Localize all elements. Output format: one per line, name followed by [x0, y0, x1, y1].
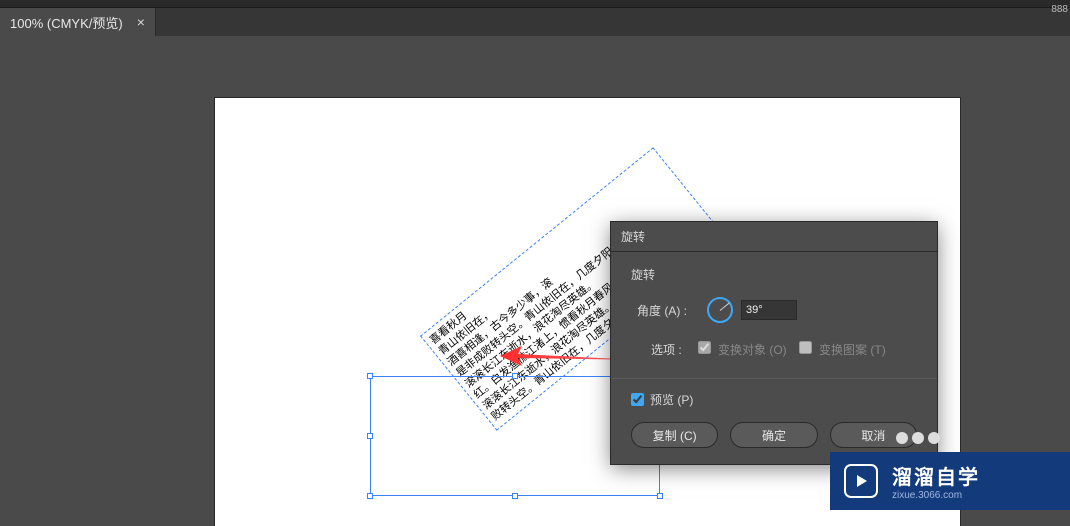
tab-title: 100% (CMYK/预览)	[10, 13, 123, 32]
watermark-brand: 溜溜自学	[892, 461, 980, 490]
document-tab[interactable]: 100% (CMYK/预览) ×	[0, 8, 156, 36]
dialog-button-row: 复制 (C) 确定 取消	[631, 422, 917, 448]
options-label: 选项 :	[651, 341, 682, 358]
angle-input[interactable]	[741, 300, 797, 320]
menu-bar	[0, 0, 1070, 8]
preview-checkbox[interactable]	[631, 393, 644, 406]
options-row: 选项 : 变换对象 (O) 变换图案 (T)	[631, 341, 917, 358]
toolbar-numeric: 888	[1051, 4, 1068, 15]
preview-label: 预览 (P)	[650, 391, 693, 408]
transform-patterns-checkbox[interactable]: 变换图案 (T)	[799, 341, 886, 358]
divider	[611, 378, 937, 379]
angle-row: 角度 (A) :	[631, 297, 917, 323]
watermark: 溜溜自学 zixue.3066.com	[830, 452, 1070, 510]
dialog-body: 旋转 角度 (A) : 选项 : 变换对象 (O) 变换图案 (T)	[611, 252, 937, 464]
canvas-workspace[interactable]: 喜看秋月 青山依旧在， 酒喜相逢，古今多少事，滚 是非成败转头空。青山依旧在，几…	[0, 36, 1070, 526]
resize-handle-nw[interactable]	[367, 373, 373, 379]
angle-dial-icon[interactable]	[707, 297, 733, 323]
ok-button[interactable]: 确定	[730, 422, 817, 448]
resize-handle-n[interactable]	[512, 373, 518, 379]
resize-handle-se[interactable]	[657, 493, 663, 499]
copy-button[interactable]: 复制 (C)	[631, 422, 718, 448]
rotate-dialog: 旋转 旋转 角度 (A) : 选项 : 变换对象 (O) 变换图案 (T)	[611, 222, 937, 464]
resize-handle-s[interactable]	[512, 493, 518, 499]
resize-handle-sw[interactable]	[367, 493, 373, 499]
dialog-title: 旋转	[621, 228, 645, 245]
preview-row: 预览 (P)	[631, 391, 917, 408]
transform-objects-check[interactable]	[698, 341, 711, 354]
section-label: 旋转	[631, 266, 917, 283]
angle-label: 角度 (A) :	[637, 302, 699, 319]
play-icon	[844, 464, 878, 498]
watermark-url: zixue.3066.com	[892, 490, 980, 501]
transform-patterns-check[interactable]	[799, 341, 812, 354]
document-tab-bar: 100% (CMYK/预览) ×	[0, 8, 1070, 36]
close-icon[interactable]: ×	[137, 14, 145, 30]
transform-objects-checkbox[interactable]: 变换对象 (O)	[698, 341, 787, 358]
pager-dots-icon	[896, 432, 940, 444]
resize-handle-w[interactable]	[367, 433, 373, 439]
dialog-title-bar[interactable]: 旋转	[611, 222, 937, 252]
